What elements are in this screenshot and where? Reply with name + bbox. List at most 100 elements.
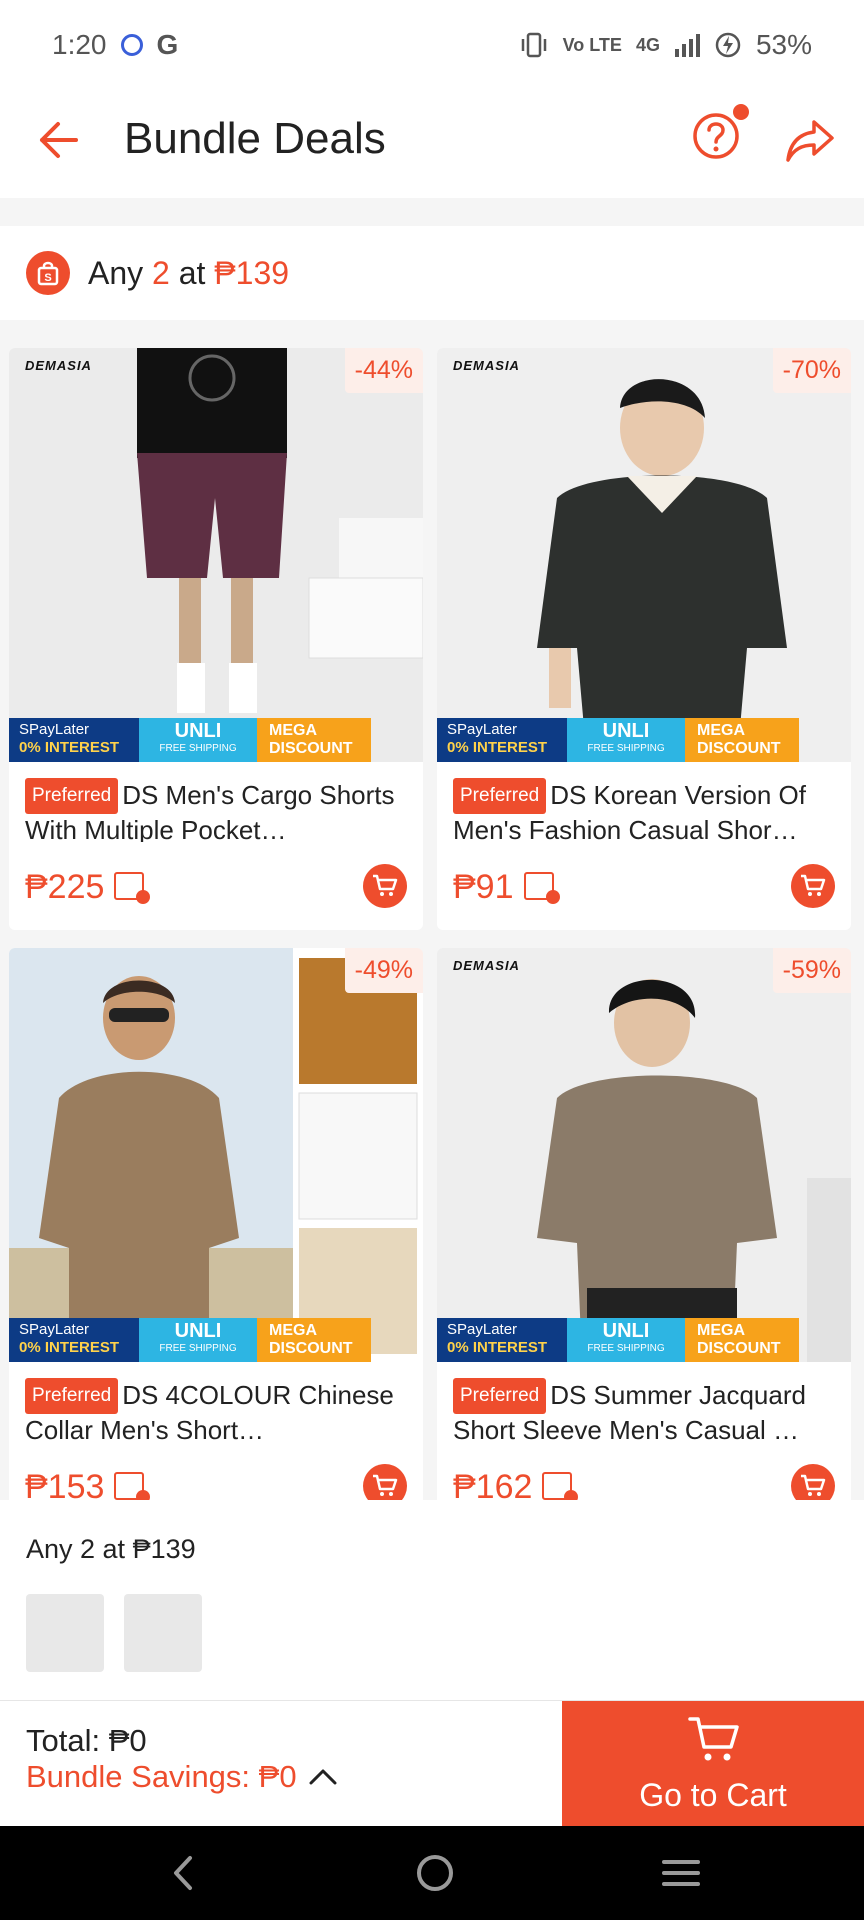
product-image: -49% SPayLater 0% INTEREST UNLI FREE SHIPP… bbox=[9, 948, 423, 1362]
add-to-cart-button[interactable] bbox=[363, 1464, 407, 1500]
interest-label: 0% INTEREST bbox=[447, 1339, 548, 1356]
app-notification-icon bbox=[120, 34, 143, 56]
mega-label: MEGA bbox=[269, 1322, 317, 1339]
free-shipping-label: FREE SHIPPING bbox=[587, 743, 665, 754]
spaylater-label: SPayLater bbox=[447, 1321, 518, 1338]
product-name[interactable]: Preferred DS Summer Jacquard Short Sleeve… bbox=[453, 1378, 837, 1442]
unli-label: UNLI bbox=[174, 720, 222, 742]
voucher-icon bbox=[114, 872, 151, 904]
price-value: ₱91 bbox=[453, 868, 514, 906]
price-value: ₱153 bbox=[25, 1468, 105, 1500]
share-icon[interactable] bbox=[782, 112, 838, 168]
page-title: Bundle Deals bbox=[124, 114, 386, 163]
offer-text: Any 2 at ₱139 bbox=[88, 255, 289, 292]
interest-label: 0% INTEREST bbox=[19, 1339, 120, 1356]
discount-label: DISCOUNT bbox=[269, 1340, 353, 1357]
product-image: DEMASIA -70% SPayLater 0% INTEREST UNLI FR… bbox=[437, 348, 851, 762]
voucher-icon bbox=[523, 872, 560, 904]
voucher-icon bbox=[542, 1472, 579, 1500]
offer-prefix: Any bbox=[88, 254, 144, 291]
bundle-slot[interactable] bbox=[26, 1594, 104, 1672]
cart-icon bbox=[688, 1717, 739, 1761]
discount-badge: -59% bbox=[772, 948, 851, 993]
go-to-cart-button[interactable]: Go to Cart bbox=[562, 1701, 864, 1827]
brand-logo: DEMASIA bbox=[25, 358, 92, 373]
status-time: 1:20 bbox=[52, 29, 107, 60]
product-card[interactable]: DEMASIA -59% SPayLater 0% INTEREST UNLI FR… bbox=[437, 948, 851, 1500]
mega-label: MEGA bbox=[269, 722, 317, 739]
checkout-bar: Total: ₱0 Bundle Savings: ₱0 Go to Cart bbox=[0, 1700, 864, 1827]
add-to-cart-button[interactable] bbox=[363, 864, 407, 908]
mega-label: MEGA bbox=[697, 1322, 745, 1339]
free-shipping-label: FREE SHIPPING bbox=[159, 743, 237, 754]
product-price: ₱162 bbox=[453, 1468, 579, 1500]
discount-label: DISCOUNT bbox=[697, 1340, 781, 1357]
chevron-up-icon bbox=[309, 1769, 337, 1785]
promo-strip: SPayLater 0% INTEREST UNLI FREE SHIPPING M… bbox=[9, 1318, 423, 1362]
vibrate-icon bbox=[521, 32, 546, 58]
product-card[interactable]: DEMASIA -70% SPayLater 0% INTEREST UNLI FR… bbox=[437, 348, 851, 930]
cart-icon bbox=[373, 874, 398, 896]
spaylater-label: SPayLater bbox=[447, 721, 518, 738]
bundle-slot[interactable] bbox=[124, 1594, 202, 1672]
product-image: DEMASIA -59% SPayLater 0% INTEREST UNLI FR… bbox=[437, 948, 851, 1362]
product-grid: DEMASIA -44% SPayLater 0% INTEREST UNLI FR… bbox=[0, 320, 864, 1500]
unli-label: UNLI bbox=[174, 1320, 222, 1342]
add-to-cart-button[interactable] bbox=[791, 1464, 835, 1500]
offer-mid: at bbox=[178, 254, 206, 291]
back-arrow-icon[interactable] bbox=[28, 112, 84, 168]
cart-icon bbox=[373, 1474, 398, 1496]
bundle-panel: Any 2 at ₱139 bbox=[0, 1500, 864, 1700]
app-header: Bundle Deals bbox=[0, 90, 864, 198]
app-root: 1:20 G Vo LTE 4G 53% Bundle Deals S Any … bbox=[0, 0, 864, 1920]
spaylater-label: SPayLater bbox=[19, 1321, 90, 1338]
brand-logo: DEMASIA bbox=[453, 358, 520, 373]
signal-icon bbox=[674, 34, 700, 57]
bundle-title: Any 2 at ₱139 bbox=[26, 1534, 196, 1564]
product-price: ₱91 bbox=[453, 868, 560, 907]
voucher-icon bbox=[114, 1472, 151, 1500]
promo-strip: SPayLater 0% INTEREST UNLI FREE SHIPPING M… bbox=[437, 718, 851, 762]
nav-back-icon[interactable] bbox=[160, 1848, 210, 1898]
price-value: ₱162 bbox=[453, 1468, 533, 1500]
promo-strip: SPayLater 0% INTEREST UNLI FREE SHIPPING M… bbox=[9, 718, 423, 762]
free-shipping-label: FREE SHIPPING bbox=[159, 1343, 237, 1354]
discount-badge: -70% bbox=[772, 348, 851, 393]
product-card[interactable]: -49% SPayLater 0% INTEREST UNLI FREE SHIPP… bbox=[9, 948, 423, 1500]
google-icon: G bbox=[156, 29, 179, 60]
svg-text:S: S bbox=[44, 272, 51, 284]
unli-label: UNLI bbox=[602, 1320, 650, 1342]
volte-icon: Vo LTE bbox=[562, 34, 622, 55]
product-name[interactable]: Preferred DS 4COLOUR Chinese Collar Men's… bbox=[25, 1378, 409, 1442]
bundle-savings[interactable]: Bundle Savings: ₱0 bbox=[26, 1759, 341, 1795]
system-nav-bar bbox=[0, 1826, 864, 1920]
price-value: ₱225 bbox=[25, 868, 105, 906]
preferred-badge: Preferred bbox=[453, 1378, 547, 1414]
notification-dot bbox=[733, 104, 749, 120]
divider bbox=[0, 198, 864, 226]
free-shipping-label: FREE SHIPPING bbox=[587, 1343, 665, 1354]
product-price: ₱153 bbox=[25, 1468, 151, 1500]
interest-label: 0% INTEREST bbox=[447, 739, 548, 756]
product-name[interactable]: Preferred DS Men's Cargo Shorts With Mult… bbox=[25, 778, 409, 842]
status-bar: 1:20 G Vo LTE 4G 53% bbox=[0, 0, 864, 90]
cart-icon bbox=[801, 874, 826, 896]
product-image: DEMASIA -44% SPayLater 0% INTEREST UNLI FR… bbox=[9, 348, 423, 762]
battery-level: 53% bbox=[755, 29, 812, 60]
nav-home-icon[interactable] bbox=[410, 1848, 460, 1898]
discount-badge: -44% bbox=[344, 348, 423, 393]
promo-strip: SPayLater 0% INTEREST UNLI FREE SHIPPING M… bbox=[437, 1318, 851, 1362]
bundle-offer-banner: S Any 2 at ₱139 bbox=[0, 226, 864, 320]
preferred-badge: Preferred bbox=[453, 778, 547, 814]
product-card[interactable]: DEMASIA -44% SPayLater 0% INTEREST UNLI FR… bbox=[9, 348, 423, 930]
total-label: Total: ₱0 bbox=[26, 1723, 147, 1758]
offer-price: ₱139 bbox=[214, 254, 290, 291]
product-name[interactable]: Preferred DS Korean Version Of Men's Fash… bbox=[453, 778, 837, 842]
preferred-badge: Preferred bbox=[25, 778, 119, 814]
nav-menu-icon[interactable] bbox=[656, 1848, 706, 1898]
cart-icon bbox=[801, 1474, 826, 1496]
battery-charging-icon bbox=[715, 32, 741, 58]
help-icon[interactable] bbox=[690, 110, 742, 162]
add-to-cart-button[interactable] bbox=[791, 864, 835, 908]
status-right: Vo LTE 4G 53% bbox=[519, 29, 812, 61]
